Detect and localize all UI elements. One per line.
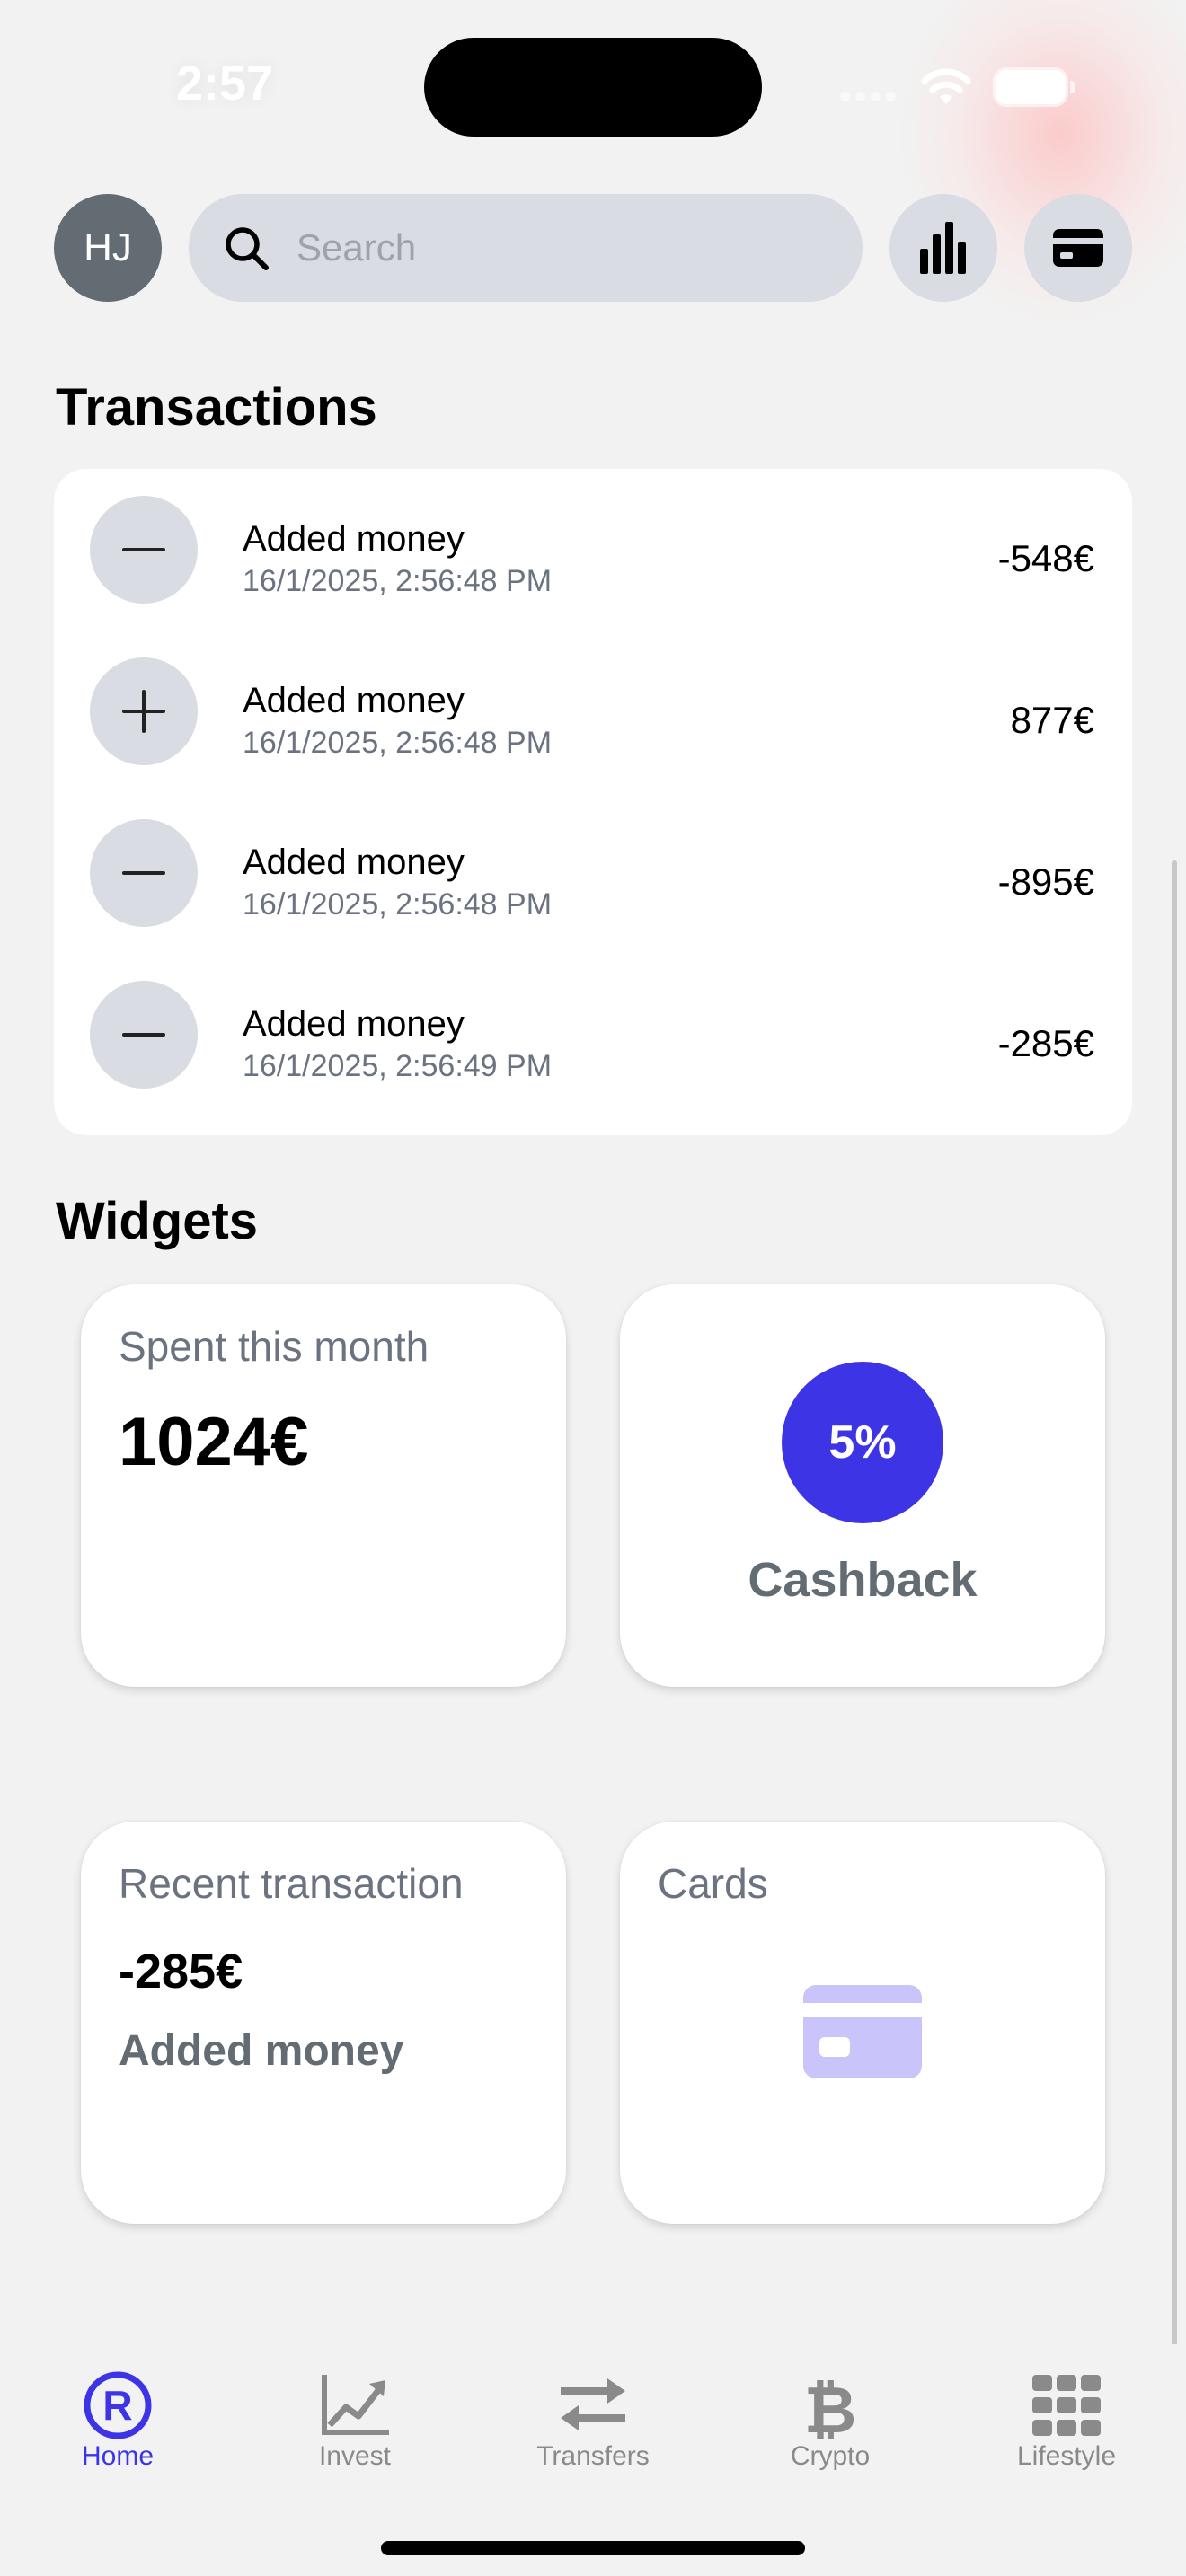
- transaction-amount: -285€: [997, 1022, 1094, 1064]
- cashback-percent-badge: 5%: [782, 1362, 943, 1523]
- search-bar[interactable]: [189, 194, 863, 302]
- status-time: 2:57: [176, 57, 274, 110]
- recent-transaction-widget[interactable]: Recent transaction -285€ Added money: [81, 1822, 566, 2224]
- spent-this-month-widget[interactable]: Spent this month 1024€: [81, 1284, 566, 1687]
- minus-icon: [90, 819, 198, 927]
- transaction-title: Added money: [243, 681, 465, 720]
- minus-icon: [90, 981, 198, 1089]
- bar-chart-icon: [920, 222, 966, 274]
- stats-button[interactable]: [890, 194, 997, 302]
- cards-button[interactable]: [1024, 194, 1132, 302]
- avatar[interactable]: HJ: [54, 194, 162, 302]
- line-chart-icon: [322, 2375, 389, 2435]
- transactions-list: Added money 16/1/2025, 2:56:48 PM -548€ …: [54, 469, 1132, 1135]
- cashback-label: Cashback: [748, 1553, 978, 1607]
- transaction-row[interactable]: Added money 16/1/2025, 2:56:48 PM -548€: [54, 469, 1132, 631]
- recent-transaction-description: Added money: [119, 2027, 404, 2075]
- widget-label: Cards: [658, 1860, 768, 1907]
- spent-amount: 1024€: [119, 1404, 309, 1480]
- tab-crypto[interactable]: ₿ Crypto: [740, 2344, 920, 2479]
- scroll-indicator[interactable]: [1172, 860, 1177, 2350]
- bitcoin-icon: ₿: [804, 2372, 857, 2439]
- transaction-date: 16/1/2025, 2:56:48 PM: [243, 726, 553, 760]
- tab-label: Crypto: [790, 2441, 871, 2471]
- widget-label: Spent this month: [119, 1323, 429, 1370]
- status-bar: 2:57: [0, 0, 1186, 323]
- widget-label: Recent transaction: [119, 1860, 464, 1907]
- transfer-arrows-icon: [561, 2378, 625, 2430]
- transaction-date: 16/1/2025, 2:56:49 PM: [243, 1049, 553, 1083]
- tab-label: Home: [81, 2441, 155, 2471]
- transaction-title: Added money: [243, 842, 465, 882]
- transaction-row[interactable]: Added money 16/1/2025, 2:56:48 PM 877€: [54, 631, 1132, 792]
- transaction-date: 16/1/2025, 2:56:48 PM: [243, 887, 553, 922]
- transaction-amount: -548€: [997, 537, 1094, 579]
- transaction-title: Added money: [243, 519, 465, 559]
- credit-card-icon: [803, 1985, 922, 2078]
- minus-icon: [90, 496, 198, 604]
- cellular-signal-icon: [840, 90, 912, 102]
- transaction-row[interactable]: Added money 16/1/2025, 2:56:49 PM -285€: [54, 954, 1132, 1116]
- credit-card-icon: [1053, 229, 1103, 267]
- search-input[interactable]: [296, 226, 836, 269]
- search-icon: [226, 227, 269, 270]
- battery-icon: [996, 70, 1075, 104]
- dynamic-island: [424, 38, 762, 137]
- widgets-heading: Widgets: [56, 1192, 259, 1250]
- revolut-r-icon: R: [84, 2371, 152, 2439]
- transactions-heading: Transactions: [56, 378, 377, 437]
- tab-home[interactable]: R Home: [28, 2344, 208, 2479]
- tab-label: Invest: [318, 2441, 392, 2471]
- transaction-date: 16/1/2025, 2:56:48 PM: [243, 564, 553, 598]
- tab-label: Transfers: [536, 2441, 650, 2471]
- wifi-icon: [921, 68, 971, 104]
- transaction-row[interactable]: Added money 16/1/2025, 2:56:48 PM -895€: [54, 792, 1132, 954]
- tab-lifestyle[interactable]: Lifestyle: [977, 2344, 1156, 2479]
- cashback-widget[interactable]: 5% Cashback: [620, 1284, 1105, 1687]
- grid-icon: [1032, 2375, 1101, 2436]
- recent-transaction-amount: -285€: [119, 1945, 243, 1998]
- home-indicator[interactable]: [381, 2541, 805, 2555]
- tab-transfers[interactable]: Transfers: [503, 2344, 683, 2479]
- transaction-amount: -895€: [997, 860, 1094, 903]
- svg-text:₿: ₿: [804, 2372, 857, 2439]
- svg-text:R: R: [102, 2382, 132, 2429]
- tab-label: Lifestyle: [1016, 2441, 1117, 2471]
- transaction-title: Added money: [243, 1004, 465, 1044]
- plus-icon: [90, 657, 198, 765]
- transaction-amount: 877€: [1010, 699, 1094, 741]
- tab-invest[interactable]: Invest: [265, 2344, 445, 2479]
- cards-widget[interactable]: Cards: [620, 1822, 1105, 2224]
